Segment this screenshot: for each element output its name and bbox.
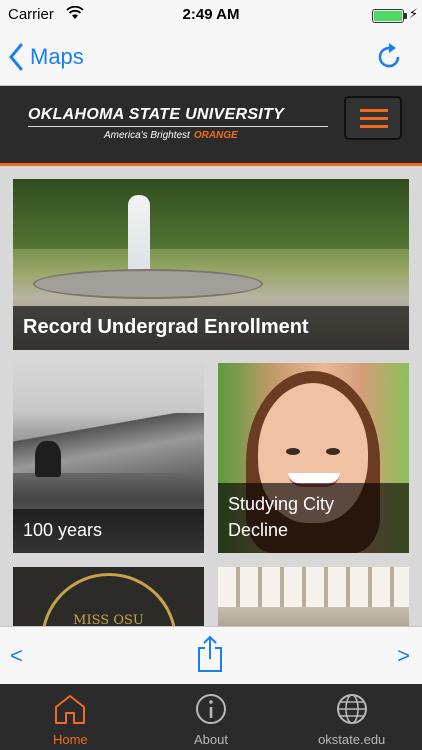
- story-title: 100 years: [13, 509, 204, 553]
- browser-back-button[interactable]: <: [10, 643, 23, 669]
- news-grid: Record Undergrad Enrollment 100 years St…: [0, 166, 422, 626]
- home-icon: [55, 695, 86, 724]
- tab-bar: Home About okstate.edu: [0, 684, 422, 750]
- refresh-icon[interactable]: [374, 42, 404, 72]
- browser-forward-button[interactable]: >: [397, 643, 410, 669]
- fountain-photo: [33, 269, 263, 299]
- browser-toolbar: < >: [0, 626, 422, 684]
- charging-icon: ⚡: [408, 6, 418, 21]
- battery-tip: [404, 13, 407, 19]
- person-silhouette: [35, 441, 61, 477]
- info-icon: [196, 694, 226, 724]
- story-card-miss-osu[interactable]: MISS OSU: [13, 567, 204, 626]
- status-bar: Carrier 2:49 AM ⚡: [0, 0, 422, 30]
- site-header: OKLAHOMA STATE UNIVERSITY America's Brig…: [0, 86, 422, 166]
- tagline-text: America's Brightest: [104, 130, 190, 141]
- tagline: America's Brightest ORANGE: [104, 130, 328, 141]
- share-icon[interactable]: [196, 635, 224, 673]
- hamburger-menu-icon[interactable]: [344, 96, 402, 140]
- tab-okstate[interactable]: okstate.edu: [281, 684, 422, 750]
- tab-home-label: Home: [52, 732, 88, 747]
- trees-photo: [13, 179, 409, 249]
- university-name: OKLAHOMA STATE UNIVERSITY: [28, 106, 328, 127]
- tab-about-label: About: [194, 732, 228, 747]
- tab-okstate-label: okstate.edu: [318, 732, 386, 747]
- eye: [326, 448, 340, 455]
- globe-icon: [336, 694, 367, 724]
- chevron-left-icon: [9, 43, 23, 71]
- story-card-enrollment[interactable]: Record Undergrad Enrollment: [13, 179, 409, 350]
- story-title: Record Undergrad Enrollment: [13, 306, 409, 350]
- osu-logo[interactable]: OKLAHOMA STATE UNIVERSITY America's Brig…: [28, 106, 328, 141]
- story-card-100-years[interactable]: 100 years: [13, 363, 204, 553]
- tagline-accent: ORANGE: [193, 130, 238, 141]
- story-card-city-decline[interactable]: Studying City Decline: [218, 363, 409, 553]
- eye: [286, 448, 300, 455]
- tab-about[interactable]: About: [141, 684, 282, 750]
- clock: 2:49 AM: [182, 6, 240, 23]
- miss-osu-text: MISS OSU: [73, 613, 144, 626]
- story-title: Studying City Decline: [218, 483, 409, 553]
- back-label: Maps: [30, 44, 84, 69]
- battery-icon: [372, 9, 404, 23]
- building-interior-photo: [218, 567, 409, 607]
- back-to-maps-button[interactable]: Maps: [8, 40, 84, 74]
- tab-home[interactable]: Home: [0, 684, 141, 750]
- story-card-interior[interactable]: [218, 567, 409, 626]
- navigation-bar: Maps: [0, 30, 422, 86]
